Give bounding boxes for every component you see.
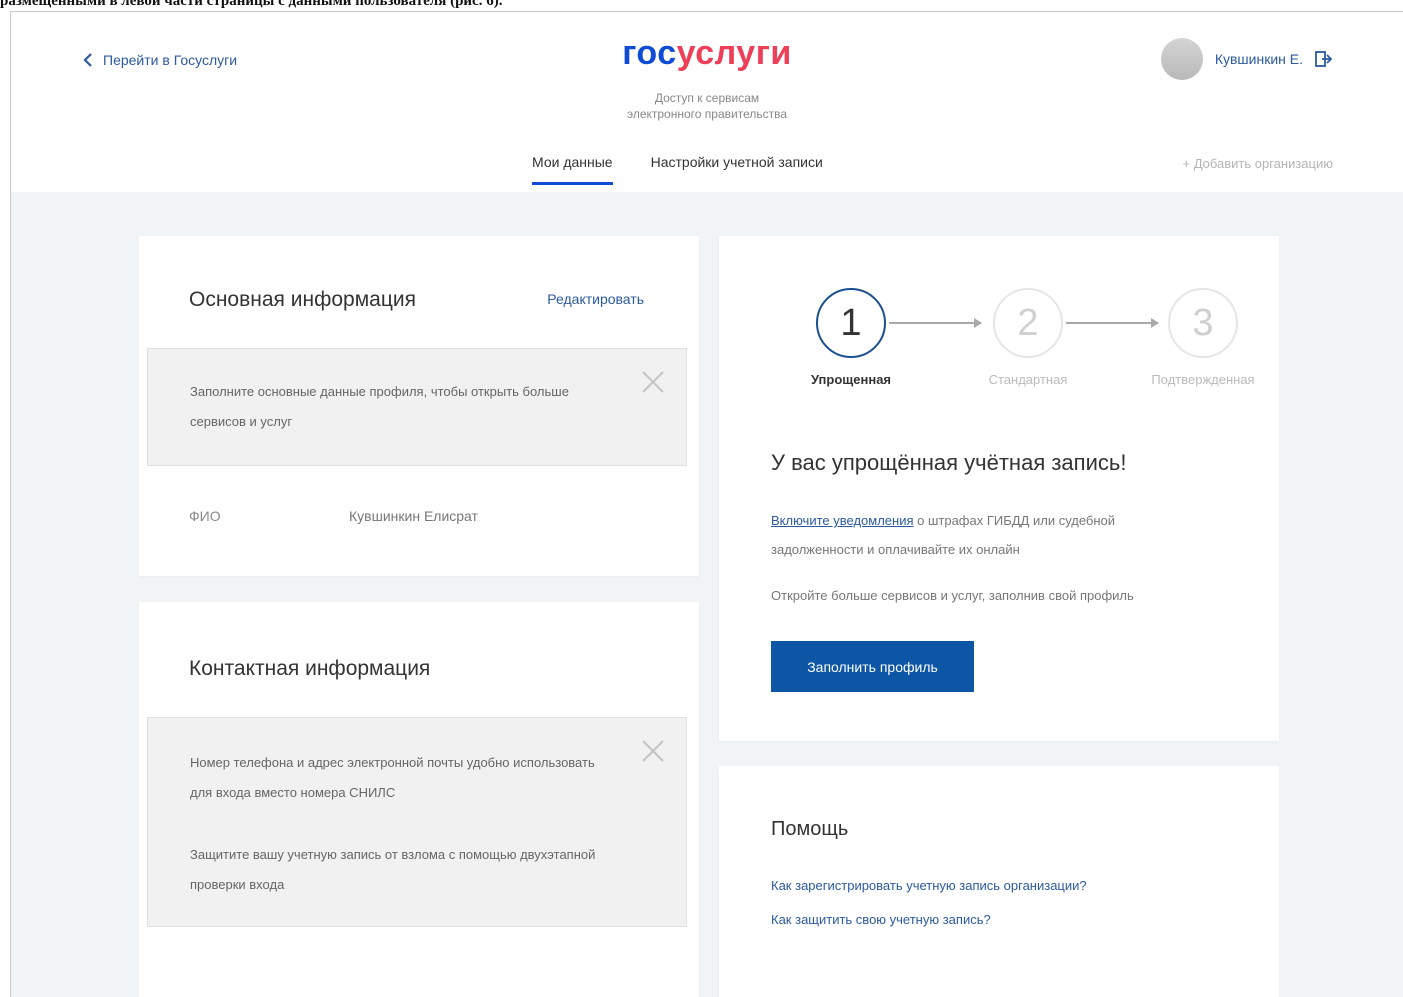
help-link-register-org[interactable]: Как зарегистрировать учетную запись орга… xyxy=(771,878,1087,893)
step-number-3: 3 xyxy=(1168,288,1238,358)
edit-link[interactable]: Редактировать xyxy=(547,291,644,307)
fio-value: Кувшинкин Елисрат xyxy=(349,508,478,524)
account-level-stepper: 1 Упрощенная 2 Стандартная 3 Подтвержден… xyxy=(771,288,1255,423)
basic-info-notice: Заполните основные данные профиля, чтобы… xyxy=(147,348,687,466)
logo-part-gos: гос xyxy=(622,34,677,72)
tab-account-settings[interactable]: Настройки учетной записи xyxy=(651,154,823,185)
close-icon[interactable] xyxy=(640,738,666,764)
browser-frame: Перейти в Госуслуги госуслуги Доступ к с… xyxy=(10,11,1403,997)
step-label-1: Упрощенная xyxy=(810,372,892,387)
user-menu: Кувшинкин Е. xyxy=(1160,38,1333,80)
header: Перейти в Госуслуги госуслуги Доступ к с… xyxy=(11,12,1403,192)
account-status-hint: Откройте больше сервисов и услуг, заполн… xyxy=(771,588,1134,603)
step-label-2: Стандартная xyxy=(988,372,1068,387)
account-status-description: Включите уведомления о штрафах ГИБДД или… xyxy=(771,506,1191,564)
tagline-line-1: Доступ к сервисам xyxy=(654,91,760,105)
fill-profile-button[interactable]: Заполнить профиль xyxy=(771,641,974,692)
enable-notifications-link[interactable]: Включите уведомления xyxy=(771,513,914,528)
step-number-1: 1 xyxy=(816,288,886,358)
contact-info-card: Контактная информация Номер телефона и а… xyxy=(139,602,699,997)
contact-info-notice: Номер телефона и адрес электронной почты… xyxy=(147,717,687,927)
contact-notice-text-1: Номер телефона и адрес электронной почты… xyxy=(190,755,595,800)
tab-my-data[interactable]: Мои данные xyxy=(532,154,613,185)
step-number-2: 2 xyxy=(993,288,1063,358)
step-label-3: Подтвержденная xyxy=(1151,372,1255,387)
account-status-title: У вас упрощённая учётная запись! xyxy=(771,450,1127,475)
logout-icon[interactable] xyxy=(1315,51,1333,67)
account-status-card: 1 Упрощенная 2 Стандартная 3 Подтвержден… xyxy=(719,236,1279,741)
basic-info-title: Основная информация xyxy=(189,288,416,311)
logo-part-uslugi: услуги xyxy=(676,34,792,72)
basic-info-card: Основная информация Редактировать Заполн… xyxy=(139,236,699,576)
help-title: Помощь xyxy=(771,818,849,840)
document-caption: размещенными в левой части страницы с да… xyxy=(0,0,503,8)
contact-notice-text-2: Защитите вашу учетную запись от взлома с… xyxy=(190,847,596,892)
tagline: Доступ к сервисам электронного правитель… xyxy=(11,90,1403,122)
add-organization-link[interactable]: + Добавить организацию xyxy=(1182,156,1333,171)
close-icon[interactable] xyxy=(640,369,666,395)
step-confirmed: 3 Подтвержденная xyxy=(1123,288,1283,387)
fio-label: ФИО xyxy=(189,508,221,524)
user-name[interactable]: Кувшинкин Е. xyxy=(1215,51,1303,67)
basic-info-notice-text: Заполните основные данные профиля, чтобы… xyxy=(190,384,569,429)
help-link-protect-account[interactable]: Как защитить свою учетную запись? xyxy=(771,912,991,927)
step-simplified: 1 Упрощенная xyxy=(771,288,931,387)
tagline-line-2: электронного правительства xyxy=(626,107,788,121)
profile-tabs: Мои данные Настройки учетной записи xyxy=(532,154,823,185)
step-standard: 2 Стандартная xyxy=(948,288,1108,387)
help-card: Помощь Как зарегистрировать учетную запи… xyxy=(719,766,1279,997)
contact-info-title: Контактная информация xyxy=(189,657,431,680)
avatar[interactable] xyxy=(1160,38,1203,80)
